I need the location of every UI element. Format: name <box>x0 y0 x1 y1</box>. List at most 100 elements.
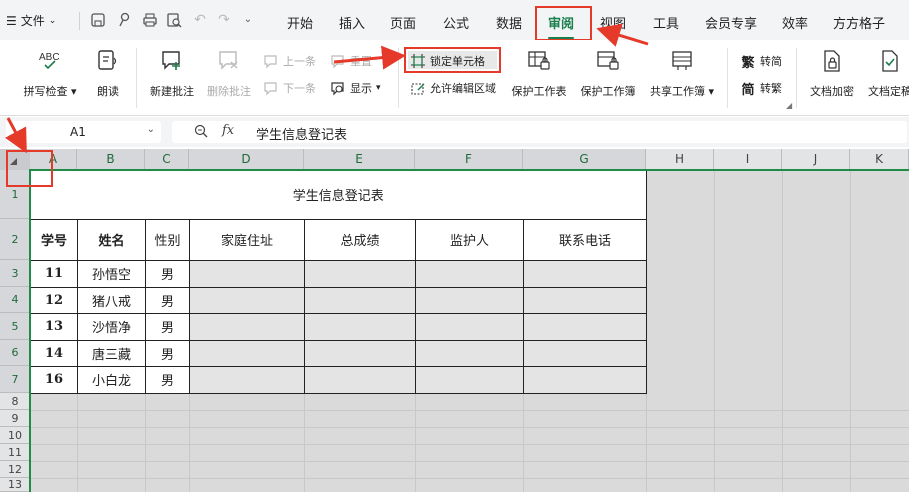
hamburger-icon: ☰ <box>6 13 17 28</box>
prev-comment-button[interactable]: 上一条 <box>263 53 316 69</box>
menu-bar: ☰ 文件 ⌄ ↶ ↷ ⌄ 开始 插入 页面 公式 数据 审阅 视图 工具 会员专… <box>0 0 909 40</box>
new-comment-button[interactable]: 新建批注 <box>148 40 196 99</box>
formula-input[interactable]: fx 学生信息登记表 <box>172 121 907 143</box>
row-header[interactable]: 4 <box>0 287 30 313</box>
name-box[interactable]: A1 ⌄ <box>6 121 161 143</box>
show-comments-button[interactable]: 显示 ▾ <box>330 80 381 96</box>
column-header[interactable]: B <box>77 149 145 170</box>
print-icon[interactable] <box>142 12 158 28</box>
share-workbook-label: 共享工作簿 <box>649 85 705 98</box>
protect-sheet-button[interactable]: 保护工作表 <box>510 40 568 99</box>
print-preview-icon[interactable] <box>166 12 182 28</box>
allow-edit-range-button[interactable]: 允许编辑区域 <box>410 80 496 96</box>
reset-label: 重置 <box>350 55 372 68</box>
tab-page[interactable]: 页面 <box>390 13 416 32</box>
doc-encrypt-button[interactable]: 文档加密 <box>808 40 856 99</box>
dialog-launcher-icon[interactable]: ◢ <box>786 101 792 110</box>
row-header[interactable]: 10 <box>0 427 30 444</box>
column-header[interactable]: F <box>415 149 523 170</box>
spell-check-button[interactable]: ABC 拼写检查 ▾ <box>23 40 76 99</box>
next-comment-button[interactable]: 下一条 <box>263 80 316 96</box>
formula-bar: A1 ⌄ fx 学生信息登记表 <box>0 117 909 147</box>
share-workbook-button[interactable]: 共享工作簿 ▾ <box>648 40 716 99</box>
row-header[interactable]: 5 <box>0 313 30 340</box>
annotation-box-review-tab <box>535 6 592 41</box>
chevron-down-icon[interactable]: ⌄ <box>240 12 256 28</box>
column-header[interactable]: E <box>304 149 415 170</box>
protect-workbook-icon <box>595 48 621 74</box>
chevron-down-icon: ▾ <box>376 83 381 93</box>
simplified-icon: 繁 <box>741 55 755 71</box>
row-header[interactable]: 6 <box>0 340 30 366</box>
chevron-down-icon: ⌄ <box>48 15 57 26</box>
divider <box>136 48 137 108</box>
doc-finalize-button[interactable]: 文档定稿 <box>866 40 909 99</box>
column-header[interactable]: G <box>523 149 646 170</box>
tab-insert[interactable]: 插入 <box>339 13 365 32</box>
tab-fangfang[interactable]: 方方格子 <box>833 13 885 32</box>
show-comments-label: 显示 <box>350 82 372 95</box>
fx-icon[interactable]: fx <box>222 123 234 138</box>
read-aloud-button[interactable]: 朗读 <box>94 40 122 99</box>
divider <box>398 48 399 108</box>
next-comment-icon <box>263 80 279 96</box>
traditional-icon: 简 <box>741 82 755 98</box>
redo-icon[interactable]: ↷ <box>216 12 232 28</box>
row-header[interactable]: 11 <box>0 444 30 461</box>
tab-home[interactable]: 开始 <box>287 13 313 32</box>
delete-comment-label: 删除批注 <box>207 85 251 98</box>
new-comment-icon <box>159 48 185 74</box>
row-header[interactable]: 8 <box>0 393 30 410</box>
column-header[interactable]: J <box>782 149 850 170</box>
reset-button[interactable]: 重置 <box>330 53 372 69</box>
tab-data[interactable]: 数据 <box>496 13 522 32</box>
protect-workbook-button[interactable]: 保护工作簿 <box>579 40 637 99</box>
column-header[interactable]: H <box>646 149 714 170</box>
selection-border <box>29 169 909 492</box>
protect-workbook-label: 保护工作簿 <box>580 85 636 98</box>
tab-view[interactable]: 视图 <box>600 13 626 32</box>
row-header[interactable]: 12 <box>0 461 30 478</box>
tab-efficiency[interactable]: 效率 <box>782 13 808 32</box>
to-simplified-button[interactable]: 繁 转简 <box>740 53 782 71</box>
chevron-down-icon[interactable]: ⌄ <box>147 124 155 135</box>
delete-comment-button[interactable]: 删除批注 <box>205 40 253 99</box>
doc-finalize-icon <box>877 48 903 74</box>
zoom-icon[interactable] <box>194 124 208 142</box>
spell-check-icon: ABC <box>37 48 63 74</box>
allow-edit-range-label: 允许编辑区域 <box>430 82 496 95</box>
protect-sheet-icon <box>526 48 552 74</box>
show-comments-icon <box>330 80 346 96</box>
tab-formula[interactable]: 公式 <box>443 13 469 32</box>
column-header[interactable]: C <box>145 149 189 170</box>
column-header[interactable]: D <box>189 149 304 170</box>
row-header[interactable]: 3 <box>0 260 30 287</box>
read-aloud-label: 朗读 <box>97 85 119 98</box>
edit-range-icon <box>410 80 426 96</box>
read-aloud-icon <box>95 48 121 74</box>
protect-sheet-label: 保护工作表 <box>511 85 567 98</box>
reset-icon <box>330 53 346 69</box>
column-header[interactable]: K <box>850 149 909 170</box>
tab-tools[interactable]: 工具 <box>653 13 679 32</box>
format-painter-icon[interactable] <box>116 12 132 28</box>
file-menu[interactable]: ☰ 文件 ⌄ <box>6 12 56 29</box>
save-icon[interactable] <box>90 12 106 28</box>
annotation-box-select-all <box>6 150 53 187</box>
divider <box>727 48 728 108</box>
column-header[interactable]: I <box>714 149 782 170</box>
to-traditional-button[interactable]: 简 转繁 <box>740 80 782 98</box>
prev-comment-icon <box>263 53 279 69</box>
doc-finalize-label: 文档定稿 <box>868 85 909 98</box>
row-header[interactable]: 7 <box>0 366 30 393</box>
doc-encrypt-label: 文档加密 <box>810 85 854 98</box>
row-header[interactable]: 13 <box>0 478 30 492</box>
svg-text:ABC: ABC <box>39 52 60 63</box>
row-header[interactable]: 9 <box>0 410 30 427</box>
to-simplified-label: 转简 <box>760 55 782 68</box>
tab-member[interactable]: 会员专享 <box>705 13 757 32</box>
row-header[interactable]: 2 <box>0 219 30 260</box>
share-workbook-icon <box>669 48 695 74</box>
undo-icon[interactable]: ↶ <box>192 12 208 28</box>
new-comment-label: 新建批注 <box>150 85 194 98</box>
